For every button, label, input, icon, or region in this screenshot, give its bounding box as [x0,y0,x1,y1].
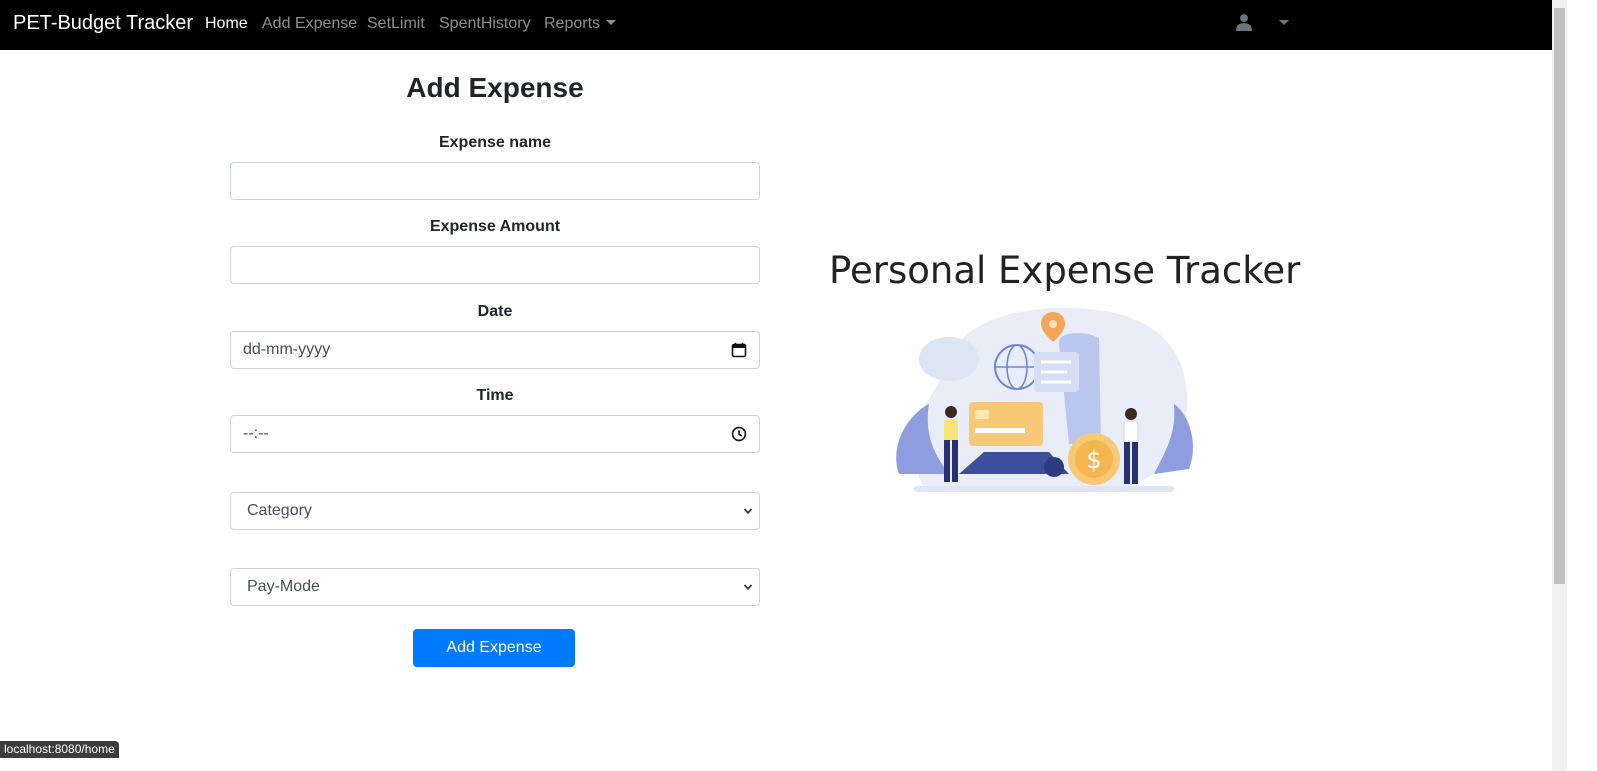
date-input[interactable]: dd-mm-yyyy [230,331,760,369]
category-selected: Category [247,502,312,519]
svg-text:$: $ [1086,446,1101,474]
time-input[interactable]: --:-- [230,415,760,453]
form-title: Add Expense [406,72,584,103]
scrollbar-thumb[interactable] [1554,8,1565,584]
pay-mode-select[interactable]: Pay-Mode [230,568,760,606]
user-menu-caret-icon[interactable] [1279,20,1289,25]
nav-reports-dropdown[interactable]: Reports [544,14,617,34]
date-placeholder: dd-mm-yyyy [243,341,331,358]
add-expense-button[interactable]: Add Expense [413,629,575,667]
top-navbar: PET-Budget Tracker Home Add Expense SetL… [0,0,1552,50]
pay-mode-selected: Pay-Mode [247,578,320,595]
chevron-down-icon [743,584,753,591]
calendar-icon[interactable] [731,342,747,358]
expense-name-label: Expense name [438,134,552,151]
nav-setlimit[interactable]: SetLimit [367,14,425,34]
time-placeholder: --:-- [243,425,269,442]
nav-home[interactable]: Home [205,14,248,34]
date-label: Date [477,303,513,320]
brand-link[interactable]: PET-Budget Tracker [13,11,193,35]
nav-spenthistory[interactable]: SpentHistory [439,14,531,34]
time-label: Time [476,387,514,404]
expense-amount-label: Expense Amount [429,218,561,235]
user-icon[interactable] [1235,13,1253,31]
nav-reports-label: Reports [544,15,601,32]
chevron-down-icon [743,508,753,515]
clock-icon[interactable] [731,426,747,442]
expense-amount-input[interactable] [230,246,760,284]
expense-name-input[interactable] [230,162,760,200]
browser-status-url: localhost:8080/home [0,741,119,758]
nav-add-expense[interactable]: Add Expense [262,14,357,34]
category-select[interactable]: Category [230,492,760,530]
hero-title: Personal Expense Tracker [829,249,1301,292]
caret-down-icon [606,20,617,25]
payment-illustration: $ [896,307,1194,492]
